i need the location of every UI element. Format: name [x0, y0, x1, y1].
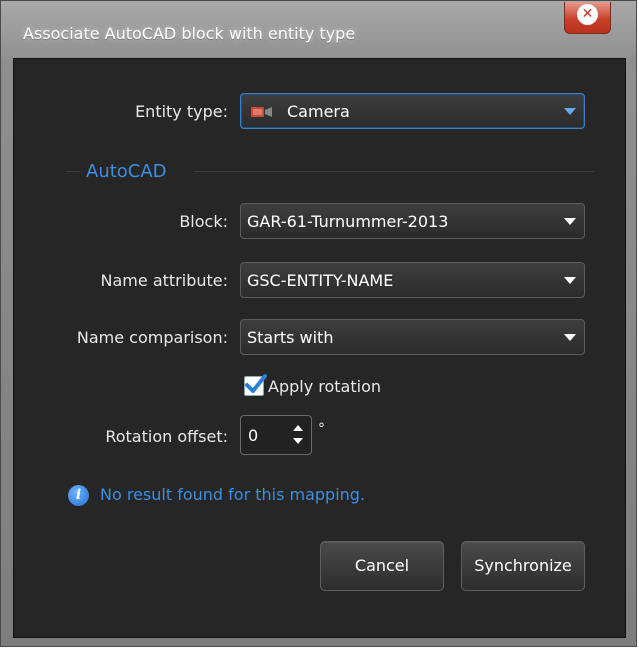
- rotation-offset-label: Rotation offset:: [105, 427, 228, 446]
- name-comparison-value: Starts with: [247, 328, 334, 347]
- entity-type-value: Camera: [287, 102, 350, 121]
- chevron-down-icon: [564, 108, 576, 115]
- section-title: AutoCAD: [86, 161, 167, 182]
- entity-type-label: Entity type:: [135, 102, 228, 121]
- checkmark-icon: [245, 374, 267, 393]
- cancel-button[interactable]: Cancel: [320, 541, 444, 591]
- stepper-up-icon[interactable]: [293, 425, 303, 431]
- rotation-offset-value: 0: [248, 426, 259, 445]
- chevron-down-icon: [564, 277, 576, 284]
- section-divider: [66, 171, 80, 172]
- chevron-down-icon: [564, 334, 576, 341]
- info-message: No result found for this mapping.: [100, 485, 366, 504]
- apply-rotation-label: Apply rotation: [268, 377, 381, 396]
- name-attribute-value: GSC-ENTITY-NAME: [247, 271, 394, 290]
- chevron-down-icon: [564, 218, 576, 225]
- rotation-offset-stepper[interactable]: 0: [240, 415, 312, 455]
- name-comparison-combo[interactable]: Starts with: [240, 319, 585, 355]
- block-value: GAR-61-Turnummer-2013: [247, 212, 449, 231]
- window-title: Associate AutoCAD block with entity type: [23, 24, 356, 43]
- block-label: Block:: [179, 212, 228, 231]
- block-combo[interactable]: GAR-61-Turnummer-2013: [240, 203, 585, 239]
- entity-type-combo[interactable]: Camera: [240, 93, 585, 129]
- rotation-unit: °: [318, 421, 325, 437]
- close-icon: ✕: [577, 4, 598, 25]
- synchronize-button[interactable]: Synchronize: [461, 541, 585, 591]
- close-button[interactable]: ✕: [564, 2, 611, 34]
- info-icon: i: [68, 485, 89, 506]
- name-comparison-label: Name comparison:: [76, 328, 228, 347]
- camera-icon: [251, 107, 272, 117]
- stepper-down-icon[interactable]: [293, 438, 303, 444]
- name-attribute-label: Name attribute:: [100, 271, 228, 290]
- name-attribute-combo[interactable]: GSC-ENTITY-NAME: [240, 262, 585, 298]
- apply-rotation-checkbox[interactable]: [244, 374, 267, 396]
- section-divider: [194, 171, 594, 172]
